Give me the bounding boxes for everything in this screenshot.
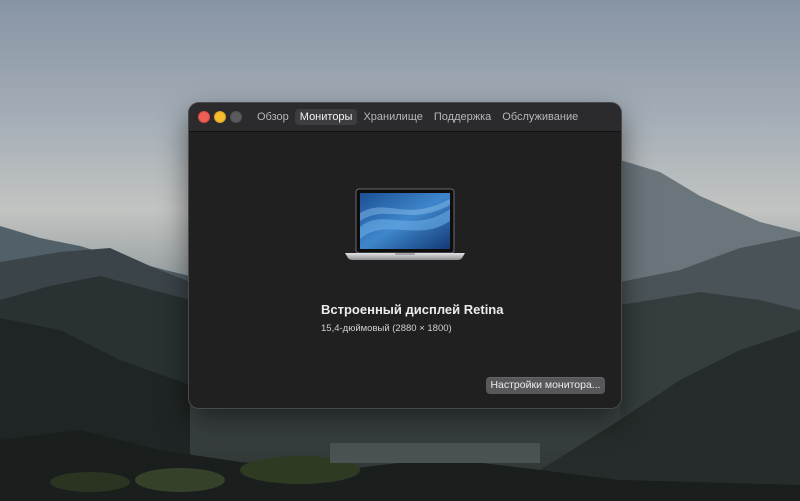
tab-storage[interactable]: Хранилище xyxy=(358,109,427,125)
tab-bar: Обзор Мониторы Хранилище Поддержка Обслу… xyxy=(252,108,584,126)
desktop: Обзор Мониторы Хранилище Поддержка Обслу… xyxy=(0,0,800,501)
tab-displays[interactable]: Мониторы xyxy=(294,109,358,125)
window-titlebar[interactable]: Обзор Мониторы Хранилище Поддержка Обслу… xyxy=(189,103,621,132)
tab-overview[interactable]: Обзор xyxy=(252,109,294,125)
display-spec: 15,4-дюймовый (2880 × 1800) xyxy=(321,323,452,334)
minimize-window-button[interactable] xyxy=(214,111,226,123)
tab-support[interactable]: Поддержка xyxy=(429,109,496,125)
zoom-window-button[interactable] xyxy=(230,111,242,123)
display-settings-button[interactable]: Настройки монитора... xyxy=(486,377,605,394)
macbook-pro-icon xyxy=(345,188,465,260)
display-name: Встроенный дисплей Retina xyxy=(321,302,504,317)
about-this-mac-window: Обзор Мониторы Хранилище Поддержка Обслу… xyxy=(189,103,621,408)
close-window-button[interactable] xyxy=(198,111,210,123)
tab-service[interactable]: Обслуживание xyxy=(497,109,583,125)
